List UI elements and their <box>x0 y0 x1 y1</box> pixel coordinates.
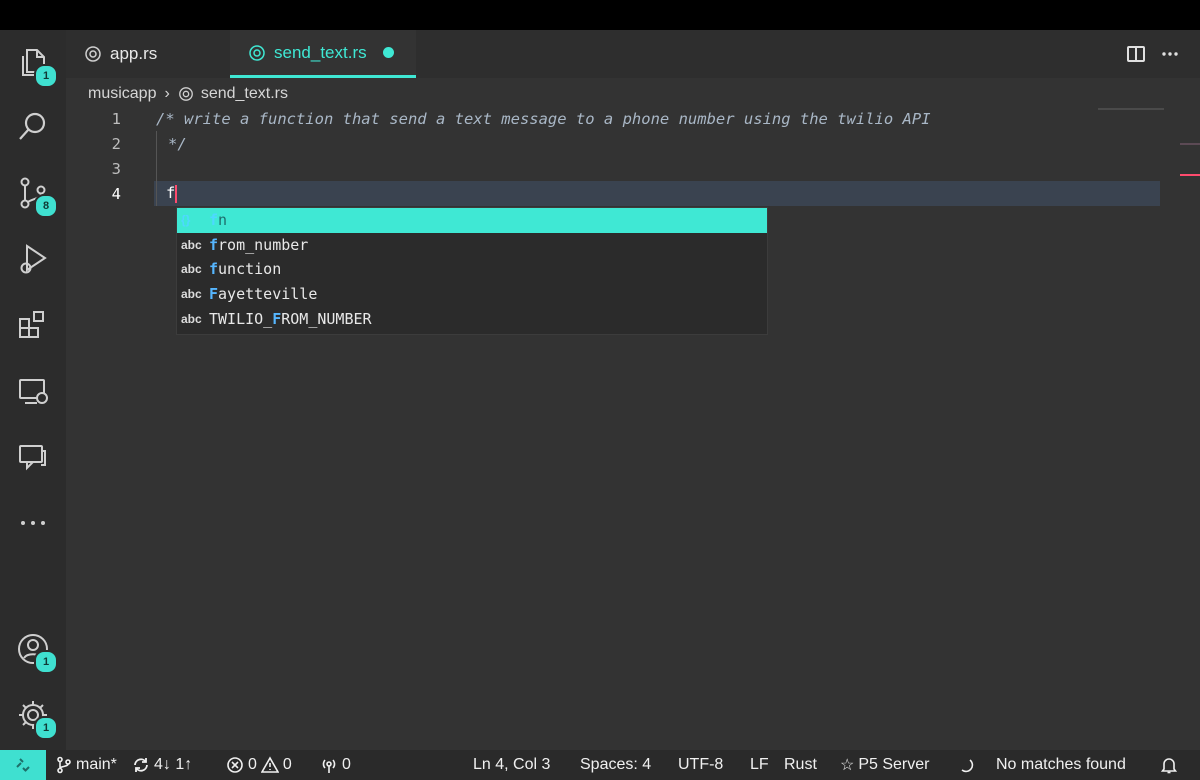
overview-ruler-cursor <box>1180 174 1200 176</box>
warning-icon <box>260 756 279 773</box>
extensions-icon <box>19 311 44 338</box>
eol-status[interactable]: LF <box>750 750 769 780</box>
source-control-button[interactable]: 8 <box>10 170 58 218</box>
explorer-badge: 1 <box>34 64 58 88</box>
breadcrumb-folder[interactable]: musicapp <box>88 85 156 103</box>
server-label: P5 Server <box>858 756 930 773</box>
problems-status[interactable]: 0 0 <box>226 750 292 780</box>
typed-text: f <box>166 184 176 203</box>
run-debug-icon <box>20 244 47 274</box>
rust-file-icon <box>178 87 193 101</box>
editor-actions <box>1126 30 1200 78</box>
search-icon <box>19 112 46 140</box>
minimap-line <box>1098 108 1164 110</box>
text-kind-icon: abc <box>181 311 202 326</box>
editor-window: 1 8 1 1 app.rs send_text.rs musicapp › s… <box>0 30 1200 750</box>
star-icon: ☆ <box>840 757 855 774</box>
autocomplete-widget: {} fn abc f rom_number abc f unction abc F… <box>176 207 768 335</box>
code-text: */ <box>168 134 187 153</box>
overview-ruler-mark <box>1180 143 1200 145</box>
tab-label: send_text.rs <box>274 42 367 62</box>
suggestion-item[interactable]: abc Fayetteville <box>177 282 767 307</box>
tab-bar: app.rs send_text.rs <box>66 30 1200 78</box>
explorer-button[interactable]: 1 <box>10 40 58 88</box>
code-line: 4 f <box>66 181 1166 206</box>
notifications-button[interactable] <box>1160 750 1178 780</box>
code-line: 1 /* write a function that send a text m… <box>66 106 1166 131</box>
cursor-position[interactable]: Ln 4, Col 3 <box>473 750 550 780</box>
encoding-status[interactable]: UTF-8 <box>678 750 723 780</box>
broadcast-icon <box>322 759 336 773</box>
warning-count: 0 <box>282 756 292 773</box>
title-bar <box>0 0 1200 30</box>
rust-file-icon <box>249 44 265 61</box>
line-number: 4 <box>111 184 121 203</box>
activity-bar: 1 8 1 1 <box>0 30 66 750</box>
chevron-right-icon: › <box>164 85 170 102</box>
tab-send-text-rs[interactable]: send_text.rs <box>230 30 416 78</box>
run-debug-button[interactable] <box>10 236 56 282</box>
suggestion-item[interactable]: abc f rom_number <box>177 233 767 258</box>
bell-icon <box>1160 758 1178 774</box>
extensions-button[interactable] <box>10 302 56 348</box>
line-number: 1 <box>111 109 121 128</box>
sync-counts: 4↓ 1↑ <box>154 756 193 773</box>
text-cursor <box>175 184 178 203</box>
search-button[interactable] <box>10 104 56 150</box>
text-kind-icon: abc <box>181 237 202 252</box>
server-status[interactable]: ☆ P5 Server <box>840 750 929 780</box>
branch-name: main* <box>76 756 117 773</box>
remote-explorer-icon <box>19 379 48 404</box>
breadcrumb: musicapp › send_text.rs <box>88 82 288 106</box>
branch-status[interactable]: main* <box>56 750 117 780</box>
error-count: 0 <box>248 756 257 773</box>
status-bar: main* 4↓ 1↑ 0 0 0 Ln 4, Col 3 Spaces: 4 … <box>0 750 1200 780</box>
scm-badge: 8 <box>34 194 58 218</box>
ports-count: 0 <box>342 756 351 773</box>
loading-spinner-icon <box>961 759 974 773</box>
breadcrumb-file[interactable]: send_text.rs <box>201 85 288 103</box>
settings-button[interactable]: 1 <box>10 692 58 740</box>
error-icon <box>227 757 243 773</box>
spinner-status <box>958 750 974 780</box>
snippet-icon: {} <box>181 213 191 228</box>
sync-status[interactable]: 4↓ 1↑ <box>132 750 192 780</box>
search-status[interactable]: No matches found <box>996 750 1126 780</box>
ports-status[interactable]: 0 <box>320 750 351 780</box>
remote-explorer-button[interactable] <box>10 368 56 414</box>
split-editor-icon[interactable] <box>1126 44 1146 64</box>
rust-file-icon <box>85 46 101 62</box>
language-mode[interactable]: Rust <box>784 750 817 780</box>
tab-app-rs[interactable]: app.rs <box>84 30 224 78</box>
code-line: 2 */ <box>66 131 1166 156</box>
accounts-badge: 1 <box>34 650 58 674</box>
suggestion-item[interactable]: {} fn <box>177 208 767 233</box>
accounts-button[interactable]: 1 <box>10 626 58 674</box>
ellipsis-icon[interactable] <box>1160 44 1180 64</box>
code-text-current: f <box>166 184 178 203</box>
indentation-status[interactable]: Spaces: 4 <box>580 750 651 780</box>
code-text: /* write a function that send a text mes… <box>156 109 931 128</box>
more-icon <box>21 521 45 525</box>
unsaved-dot-icon <box>382 47 394 58</box>
more-button[interactable] <box>10 500 56 546</box>
line-number: 3 <box>111 159 121 178</box>
remote-indicator[interactable] <box>0 750 46 780</box>
chat-button[interactable] <box>10 434 56 480</box>
tab-label: app.rs <box>110 44 158 63</box>
sync-icon <box>134 758 148 772</box>
chat-icon <box>19 445 46 471</box>
settings-badge: 1 <box>34 716 58 740</box>
text-kind-icon: abc <box>181 262 202 277</box>
code-line: 3 <box>66 156 1166 181</box>
suggestion-item[interactable]: abc f unction <box>177 257 767 282</box>
code-editor[interactable]: 1 /* write a function that send a text m… <box>66 106 1166 746</box>
text-kind-icon: abc <box>181 287 202 302</box>
suggestion-item[interactable]: abc TWILIO_ F ROM_NUMBER <box>177 306 767 331</box>
remote-icon <box>16 758 30 772</box>
git-branch-icon <box>57 756 71 774</box>
line-number: 2 <box>111 134 121 153</box>
